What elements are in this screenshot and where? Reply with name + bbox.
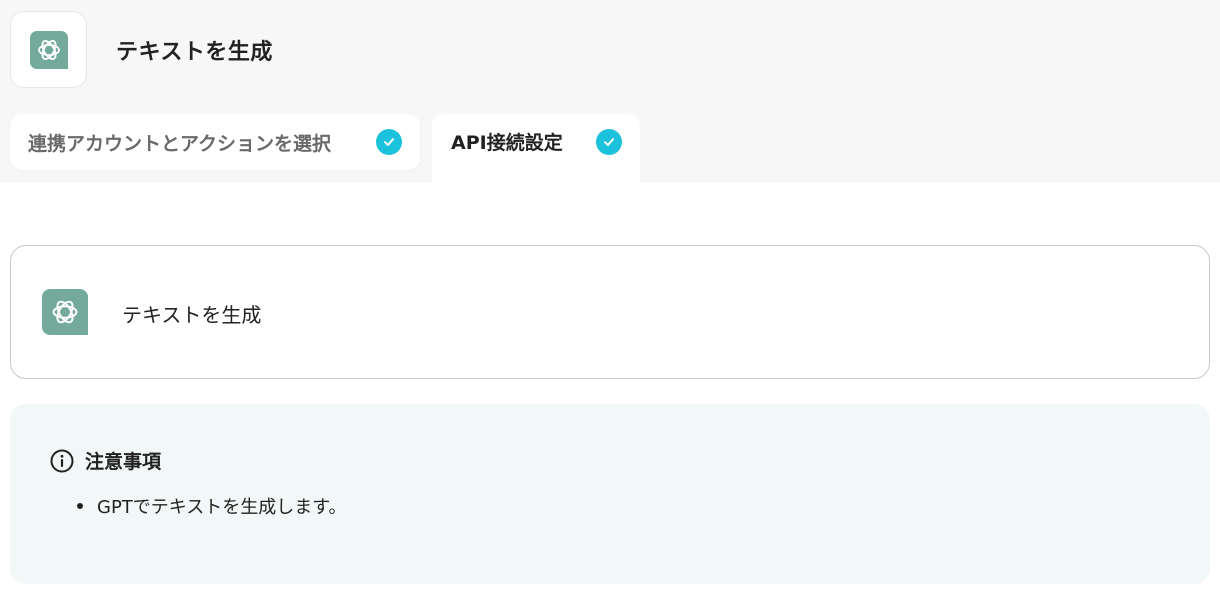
check-icon <box>376 129 402 155</box>
notice-item-text: GPTでテキストを生成します。 <box>97 497 347 518</box>
action-card: テキストを生成 <box>10 245 1210 379</box>
header-area: テキストを生成 連携アカウントとアクションを選択 API接続設定 <box>0 0 1220 182</box>
page-title: テキストを生成 <box>116 40 273 65</box>
check-icon <box>596 129 622 155</box>
bullet-icon <box>77 503 83 509</box>
notice-list: GPTでテキストを生成します。 <box>77 493 346 519</box>
action-title: テキストを生成 <box>122 303 262 327</box>
notice-title: 注意事項 <box>85 451 162 473</box>
tab-label: 連携アカウントとアクションを選択 <box>28 132 332 155</box>
tab-label: API接続設定 <box>451 132 563 154</box>
list-item: GPTでテキストを生成します。 <box>77 493 346 519</box>
tab-api-connection-settings[interactable]: API接続設定 <box>432 114 640 182</box>
app-icon-box <box>10 11 87 88</box>
notice-header: 注意事項 <box>49 447 161 474</box>
tab-select-account-action[interactable]: 連携アカウントとアクションを選択 <box>10 114 420 170</box>
info-icon <box>50 449 74 472</box>
openai-logo-icon <box>42 289 88 335</box>
openai-logo-icon <box>29 30 68 69</box>
notice-box: 注意事項 GPTでテキストを生成します。 <box>10 404 1210 584</box>
